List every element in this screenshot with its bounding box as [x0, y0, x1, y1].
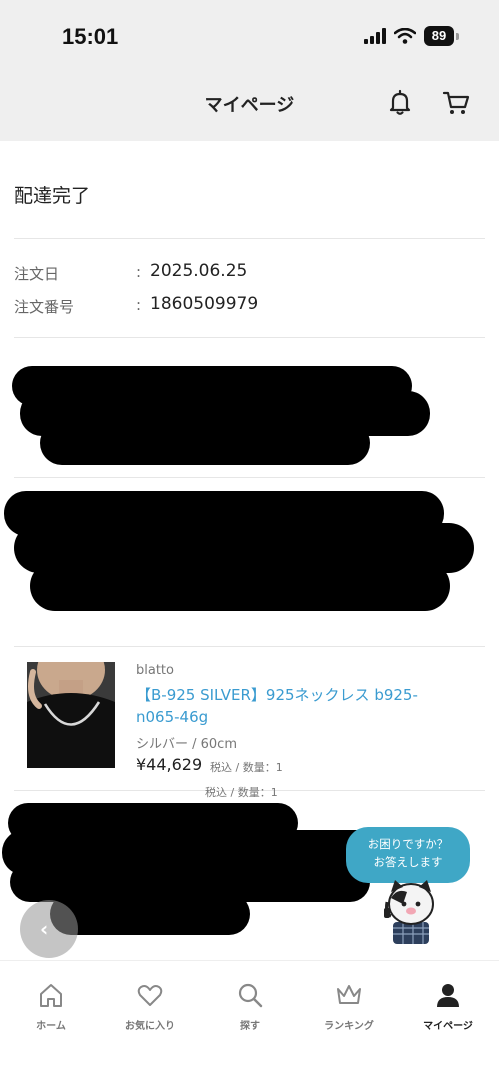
order-number-colon: : [136, 296, 142, 314]
nav-search[interactable]: 探す [210, 981, 290, 1032]
product-variant: シルバー / 60cm [136, 737, 237, 752]
delivery-status: 配達完了 [14, 185, 91, 207]
nav-label: マイページ [423, 1021, 473, 1032]
signal-icon [364, 28, 386, 44]
person-icon [437, 984, 459, 1007]
divider [14, 477, 485, 478]
nav-ranking[interactable]: ランキング [309, 981, 389, 1032]
order-number-value: 1860509979 [150, 294, 259, 314]
price-note: 税込 / 数量：1 [205, 786, 278, 799]
help-chat-bubble[interactable]: お困りですか？ お答えします [346, 827, 470, 883]
product-photo [27, 662, 115, 768]
nav-label: 探す [240, 1021, 260, 1032]
nav-mypage[interactable]: マイページ [408, 981, 488, 1032]
product-name-link[interactable]: 【B-925 SILVER】925ネックレス b925-n065-46g [136, 684, 456, 728]
home-icon [40, 984, 62, 1007]
battery-indicator: 89 [424, 26, 454, 46]
price-note: 税込 / 数量：1 [210, 761, 283, 774]
product-price: ¥44,629 [136, 755, 203, 774]
status-icons: 89 [364, 26, 459, 46]
back-button[interactable]: ‹ [20, 900, 78, 958]
page-title: マイページ [204, 95, 295, 116]
crown-icon [337, 985, 361, 1004]
cart-icon[interactable] [441, 88, 471, 118]
help-line-1: お困りですか？ [367, 837, 449, 851]
product-image[interactable] [27, 662, 115, 768]
nav-label: ホーム [36, 1021, 66, 1032]
order-number-label: 注文番号 [14, 298, 75, 316]
bottom-nav: ホーム お気に入り 探す ランキング マイページ [0, 960, 499, 1080]
bell-icon[interactable] [385, 88, 415, 118]
nav-label: お気に入り [125, 1021, 175, 1032]
status-bar: 15:01 89 [0, 0, 499, 68]
nav-home[interactable]: ホーム [11, 981, 91, 1032]
mascot-icon[interactable] [379, 878, 443, 944]
order-date-label: 注文日 [14, 265, 60, 283]
battery-tip [456, 32, 459, 40]
divider [14, 238, 485, 239]
status-time: 15:01 [62, 24, 119, 49]
help-line-2: お答えします [373, 855, 443, 869]
search-icon [238, 983, 263, 1008]
divider [14, 337, 485, 338]
app-header: マイページ [0, 68, 499, 141]
order-item[interactable]: blatto 【B-925 SILVER】925ネックレス b925-n065-… [0, 652, 499, 792]
nav-label: ランキング [324, 1021, 374, 1032]
product-brand: blatto [136, 663, 174, 678]
order-date-value: 2025.06.25 [150, 261, 248, 281]
nav-favorites[interactable]: お気に入り [110, 981, 190, 1032]
wifi-icon [394, 28, 416, 44]
heart-icon [137, 985, 163, 1006]
chevron-left-icon: ‹ [40, 917, 49, 941]
order-date-colon: : [136, 263, 142, 281]
divider [14, 646, 485, 647]
